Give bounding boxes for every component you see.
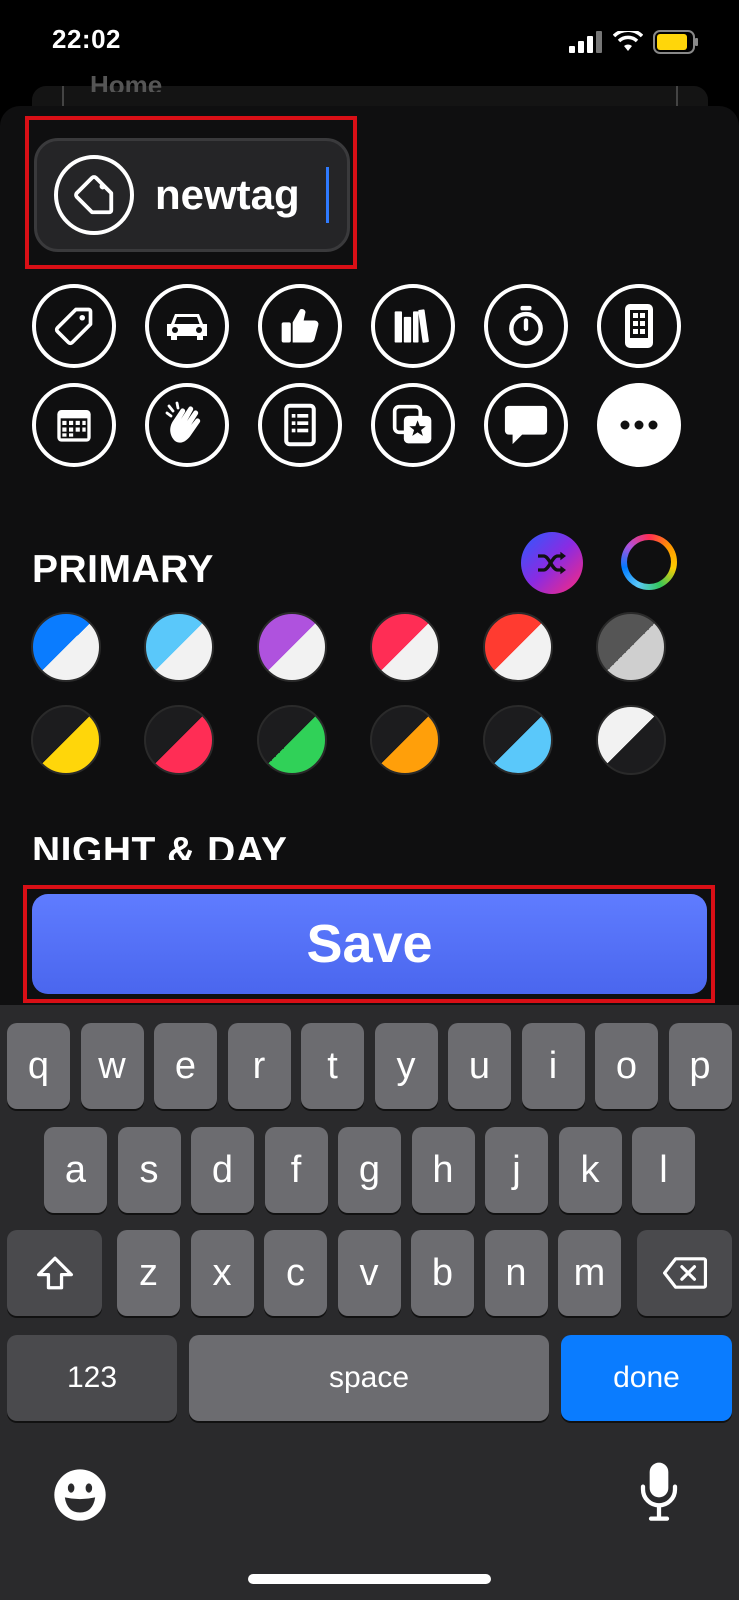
key-g[interactable]: g [338,1127,401,1213]
emoji-icon [54,1469,106,1521]
phone-icon [625,304,653,348]
icon-option-car[interactable] [145,284,229,368]
color-swatch[interactable] [31,612,101,682]
key-w[interactable]: w [80,1023,144,1109]
key-a[interactable]: a [44,1127,107,1213]
shuffle-colors-button[interactable] [521,532,583,594]
chat-bubble-icon [504,405,548,445]
icon-option-books[interactable] [371,284,455,368]
home-indicator [248,1574,491,1584]
icon-option-calendar[interactable] [32,383,116,467]
icon-option-document[interactable] [258,383,342,467]
key-s[interactable]: s [117,1127,181,1213]
key-y[interactable]: y [374,1023,438,1109]
keyboard: qwertyuiop asdfghjkl zxcvbnm 123 space d… [0,1005,739,1600]
calendar-icon [57,410,91,442]
document-icon [284,403,316,447]
key-z[interactable]: z [117,1230,180,1316]
status-time: 22:02 [52,24,121,54]
signal-icon [569,31,602,53]
icon-option-phone[interactable] [597,284,681,368]
backspace-icon [662,1257,707,1289]
color-swatch[interactable] [144,612,214,682]
highlight-box-save [23,885,715,1003]
icon-option-timer[interactable] [484,284,568,368]
key-p[interactable]: p [668,1023,732,1109]
key-e[interactable]: e [154,1023,217,1109]
key-m[interactable]: m [558,1230,621,1316]
star-photos-icon [392,404,432,444]
key-t[interactable]: t [301,1023,364,1109]
color-swatch[interactable] [483,705,553,775]
color-ring-icon [627,540,671,584]
color-swatch[interactable] [596,705,666,775]
shift-key[interactable] [7,1230,102,1316]
icon-option-more[interactable] [597,383,681,467]
key-o[interactable]: o [595,1023,658,1109]
battery-icon [653,30,698,54]
thumbs-up-icon [281,308,319,343]
numbers-key[interactable]: 123 [7,1335,177,1421]
background-sheet-title: Home [90,70,163,92]
emoji-key[interactable] [52,1467,108,1528]
icon-option-tag[interactable] [32,284,116,368]
color-swatch[interactable] [596,612,666,682]
custom-color-button[interactable] [621,534,677,590]
timer-icon [509,305,543,346]
status-icons [569,30,699,54]
key-k[interactable]: k [558,1127,622,1213]
color-swatch[interactable] [483,612,553,682]
color-swatch[interactable] [370,612,440,682]
tag-icon [54,307,93,346]
key-f[interactable]: f [264,1127,328,1213]
section-title-night-day: NIGHT & DAY [32,830,288,860]
icon-option-chat-bubble[interactable] [484,383,568,467]
key-x[interactable]: x [190,1230,254,1316]
color-swatch[interactable] [257,612,327,682]
color-swatch[interactable] [370,705,440,775]
delete-key[interactable] [637,1230,732,1316]
clapping-hands-icon [165,401,201,443]
section-title-primary: PRIMARY [32,548,214,591]
color-swatch[interactable] [257,705,327,775]
key-r[interactable]: r [227,1023,291,1109]
shuffle-icon [538,551,566,575]
dictation-key[interactable] [637,1460,681,1529]
shift-icon [36,1256,73,1290]
key-b[interactable]: b [411,1230,474,1316]
key-c[interactable]: c [264,1230,327,1316]
icon-option-thumbs-up[interactable] [258,284,342,368]
microphone-icon [640,1462,678,1521]
icon-option-clapping-hands[interactable] [145,383,229,467]
key-i[interactable]: i [521,1023,585,1109]
icon-option-star-photos[interactable] [371,383,455,467]
done-key[interactable]: done [561,1335,732,1421]
car-icon [167,314,207,340]
key-v[interactable]: v [337,1230,401,1316]
highlight-box-tag [25,116,357,269]
key-u[interactable]: u [448,1023,511,1109]
color-swatch[interactable] [31,705,101,775]
key-n[interactable]: n [484,1230,548,1316]
key-q[interactable]: q [7,1023,70,1109]
more-icon [620,420,658,430]
space-key[interactable]: space [189,1335,549,1421]
key-l[interactable]: l [632,1127,695,1213]
key-h[interactable]: h [411,1127,475,1213]
wifi-icon [613,31,643,51]
key-j[interactable]: j [485,1127,548,1213]
color-swatch[interactable] [144,705,214,775]
key-d[interactable]: d [191,1127,254,1213]
books-icon [394,309,429,343]
